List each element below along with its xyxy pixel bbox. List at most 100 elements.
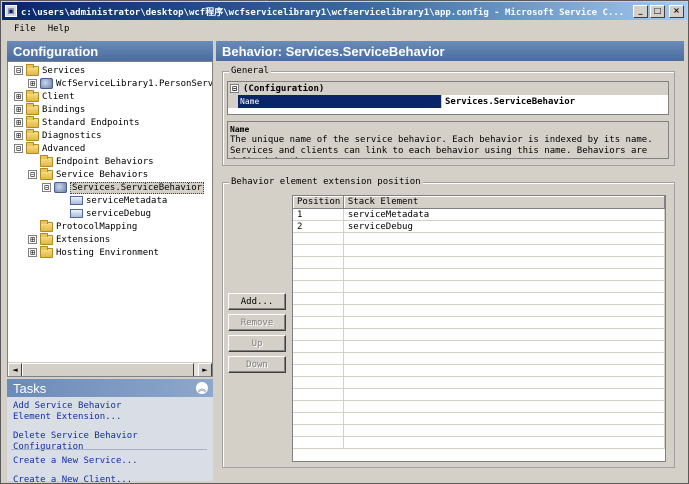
empty-table-row [293, 317, 665, 329]
empty-table-row [293, 365, 665, 377]
tree-item-services[interactable]: ⊟ Services [14, 63, 85, 77]
empty-table-row [293, 329, 665, 341]
column-header-stack-element[interactable]: Stack Element [343, 196, 665, 209]
empty-cell [293, 245, 344, 256]
remove-button[interactable]: Remove [228, 314, 286, 331]
tree-item-client[interactable]: ⊞ Client [14, 89, 75, 103]
up-button[interactable]: Up [228, 335, 286, 352]
stack-element-grid[interactable]: Position Stack Element 1 serviceMetadata… [292, 195, 666, 462]
folder-icon [40, 154, 53, 167]
property-row-name[interactable]: Name Services.ServiceBehavior [228, 95, 668, 108]
configuration-header: Configuration [7, 41, 213, 61]
collapse-icon[interactable]: ⊟ [28, 170, 37, 179]
down-button[interactable]: Down [228, 356, 286, 373]
task-create-service[interactable]: Create a New Service... [13, 456, 138, 467]
property-value[interactable]: Services.ServiceBehavior [441, 95, 668, 108]
empty-cell [293, 389, 344, 400]
table-row[interactable]: 2 serviceDebug [293, 221, 665, 233]
collapse-chevron-icon[interactable]: ︽ [195, 381, 209, 395]
cell-position: 1 [293, 209, 344, 220]
collapse-icon[interactable]: ⊟ [14, 144, 23, 153]
maximize-button[interactable]: □ [650, 4, 665, 18]
tree-item-personservice[interactable]: ⊞ WcfServiceLibrary1.PersonService [28, 77, 213, 90]
category-label: (Configuration) [243, 83, 325, 94]
tree-item-advanced[interactable]: ⊟ Advanced [14, 141, 85, 155]
tree-item-service-behaviors[interactable]: ⊟ Service Behaviors [28, 167, 148, 181]
description-text: The unique name of the service behavior.… [230, 135, 653, 158]
task-add-extension[interactable]: Add Service Behavior Element Extension..… [13, 401, 163, 423]
scroll-right-arrow-icon[interactable]: ► [198, 363, 212, 376]
collapse-icon[interactable]: ⊟ [230, 84, 239, 93]
scroll-track[interactable] [22, 363, 198, 376]
tree-item-protocolmapping[interactable]: ProtocolMapping [40, 219, 137, 233]
tree-item-label: Endpoint Behaviors [56, 156, 154, 167]
empty-table-row [293, 353, 665, 365]
task-create-client[interactable]: Create a New Client... [13, 475, 132, 484]
empty-cell [344, 269, 665, 280]
title-bar[interactable]: ▣ c:\users\administrator\desktop\wcf程序\w… [2, 2, 687, 20]
empty-cell [344, 353, 665, 364]
tree-item-label: WcfServiceLibrary1.PersonService [56, 78, 213, 89]
expand-icon[interactable]: ⊞ [14, 105, 23, 114]
minimize-button[interactable]: _ [633, 4, 648, 18]
empty-cell [344, 413, 665, 424]
tree-item-servicemetadata[interactable]: serviceMetadata [70, 194, 167, 207]
folder-icon [40, 167, 53, 180]
collapse-icon[interactable]: ⊟ [42, 183, 51, 192]
cell-position: 2 [293, 221, 344, 232]
tree-item-endpoint-behaviors[interactable]: Endpoint Behaviors [40, 154, 154, 168]
folder-icon [26, 63, 39, 76]
empty-cell [293, 437, 344, 448]
expand-icon[interactable]: ⊞ [14, 131, 23, 140]
expand-icon[interactable]: ⊞ [14, 92, 23, 101]
tasks-title: Tasks [13, 380, 47, 396]
tree-item-extensions[interactable]: ⊞ Extensions [28, 232, 110, 246]
tree-item-servicedebug[interactable]: serviceDebug [70, 207, 151, 220]
empty-table-row [293, 425, 665, 437]
tree-item-hosting-environment[interactable]: ⊞ Hosting Environment [28, 245, 159, 259]
empty-table-row [293, 413, 665, 425]
empty-cell [344, 281, 665, 292]
empty-cell [344, 245, 665, 256]
add-button[interactable]: Add... [228, 293, 286, 310]
empty-cell [293, 341, 344, 352]
tree-item-label-selected: Services.ServiceBehavior [70, 181, 205, 194]
table-row[interactable]: 1 serviceMetadata [293, 209, 665, 221]
configuration-tree[interactable]: ⊟ Services ⊞ WcfServiceLibrary1.PersonSe… [7, 61, 213, 377]
scroll-left-arrow-icon[interactable]: ◄ [8, 363, 22, 376]
property-grid[interactable]: ⊟ (Configuration) Name Services.ServiceB… [227, 81, 669, 115]
scroll-thumb[interactable] [22, 363, 194, 376]
expand-icon[interactable]: ⊞ [28, 248, 37, 257]
tree-item-label: Bindings [42, 104, 86, 115]
empty-cell [293, 425, 344, 436]
collapse-icon[interactable]: ⊟ [14, 66, 23, 75]
expand-icon[interactable]: ⊞ [28, 235, 37, 244]
tree-item-label: Standard Endpoints [42, 117, 140, 128]
expand-icon[interactable]: ⊞ [28, 79, 37, 88]
folder-icon [40, 232, 53, 245]
empty-table-row [293, 437, 665, 449]
tree-item-bindings[interactable]: ⊞ Bindings [14, 102, 86, 116]
tree-item-diagnostics[interactable]: ⊞ Diagnostics [14, 128, 102, 142]
menu-help[interactable]: Help [42, 24, 76, 34]
property-gutter [228, 95, 238, 108]
folder-icon [26, 115, 39, 128]
close-button[interactable]: × [669, 4, 684, 18]
empty-cell [344, 425, 665, 436]
folder-icon [40, 245, 53, 258]
expand-icon[interactable]: ⊞ [14, 118, 23, 127]
tree-horizontal-scrollbar[interactable]: ◄ ► [8, 362, 212, 376]
tree-item-standard-endpoints[interactable]: ⊞ Standard Endpoints [14, 115, 140, 129]
cell-stack-element: serviceMetadata [344, 209, 665, 220]
tree-item-servicebehavior[interactable]: ⊟ Services.ServiceBehavior [42, 181, 205, 194]
column-header-position[interactable]: Position [293, 196, 344, 209]
empty-table-row [293, 269, 665, 281]
property-category[interactable]: ⊟ (Configuration) [228, 82, 668, 95]
empty-cell [344, 341, 665, 352]
menu-file[interactable]: File [8, 24, 42, 34]
empty-cell [293, 317, 344, 328]
empty-cell [293, 413, 344, 424]
tree-item-label: Hosting Environment [56, 247, 159, 258]
empty-cell [344, 233, 665, 244]
property-name[interactable]: Name [238, 95, 441, 108]
